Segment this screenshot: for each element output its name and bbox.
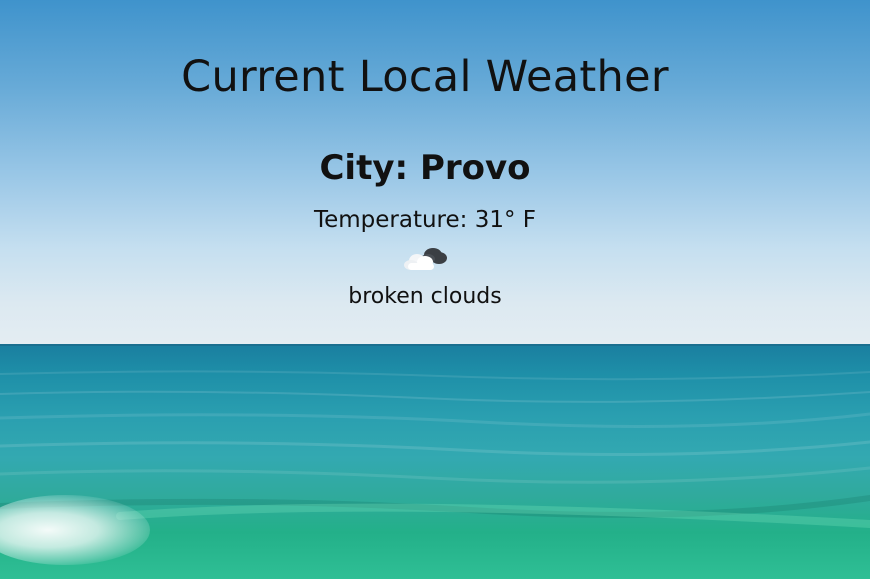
weather-page: Current Local Weather City: Provo Temper… [0, 0, 870, 579]
city-name: City: Provo [319, 148, 531, 188]
temperature-reading: Temperature: 31° F [313, 207, 537, 233]
weather-description: broken clouds [348, 284, 502, 309]
broken-clouds-icon [403, 244, 449, 274]
page-title: Current Local Weather [181, 52, 669, 102]
